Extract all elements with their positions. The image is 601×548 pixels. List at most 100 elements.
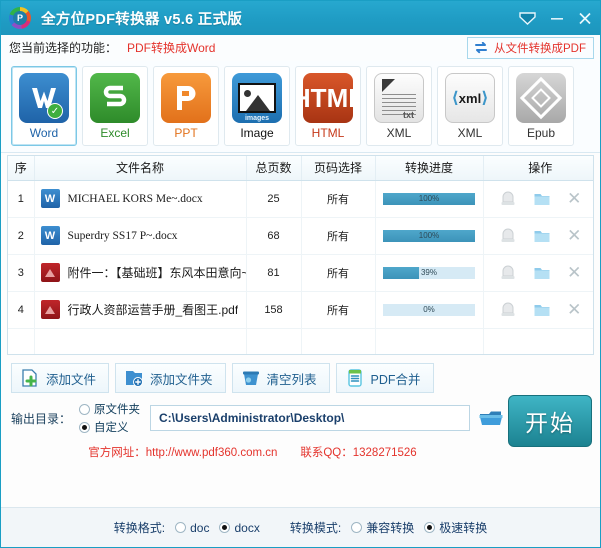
excel-icon <box>90 73 140 123</box>
add-folder-icon <box>124 368 144 388</box>
cell-progress: 39% <box>375 254 483 291</box>
column-header-actions[interactable]: 操作 <box>483 156 594 180</box>
preview-icon[interactable] <box>499 191 517 207</box>
progress-label: 100% <box>383 193 475 205</box>
radio-source-folder[interactable]: 原文件夹 <box>79 401 140 417</box>
open-folder-icon[interactable] <box>533 228 551 244</box>
format-tile-image[interactable]: images Image <box>224 66 290 146</box>
preview-icon[interactable] <box>499 302 517 318</box>
output-path-input[interactable]: C:\Users\Administrator\Desktop\ <box>150 405 470 431</box>
progress-label: 100% <box>383 230 475 242</box>
radio-format-doc[interactable]: doc <box>175 521 209 535</box>
remove-icon[interactable]: ✕ <box>567 264 581 281</box>
add-file-button[interactable]: 添加文件 <box>11 363 109 393</box>
convert-to-pdf-button[interactable]: 从文件转换成PDF <box>467 37 594 59</box>
cell-filename: 行政人资部运营手册_看图王.pdf <box>34 291 246 328</box>
ppt-icon <box>161 73 211 123</box>
format-tile-xml[interactable]: ⟨xml⟩ XML <box>437 66 503 146</box>
trash-icon <box>241 368 261 388</box>
format-label-txt: XML <box>387 126 412 140</box>
skin-dropdown-icon[interactable] <box>519 12 536 25</box>
format-tile-ppt[interactable]: PPT <box>153 66 219 146</box>
cell-pages: 158 <box>246 291 301 328</box>
table-header-row: 序 文件名称 总页数 页码选择 转换进度 操作 <box>8 156 594 180</box>
swap-arrows-icon <box>473 42 489 54</box>
word-file-icon: W <box>41 226 60 245</box>
filename-text: Superdry SS17 P~.docx <box>68 230 178 242</box>
file-list-table: 序 文件名称 总页数 页码选择 转换进度 操作 1WMICHAEL KORS M… <box>7 155 594 355</box>
cell-page-select[interactable]: 所有 <box>301 180 375 217</box>
radio-source-folder-label: 原文件夹 <box>94 401 140 417</box>
table-row[interactable]: 1WMICHAEL KORS Me~.docx25所有100%✕ <box>8 180 594 217</box>
cell-progress: 100% <box>375 217 483 254</box>
xml-icon-caption: xml <box>459 91 481 106</box>
cell-actions: ✕ <box>483 291 594 328</box>
clear-list-button[interactable]: 清空列表 <box>232 363 330 393</box>
preview-icon[interactable] <box>499 228 517 244</box>
cell-index: 2 <box>8 217 34 254</box>
current-function-label: 您当前选择的功能： <box>9 39 117 56</box>
radio-format-docx[interactable]: docx <box>219 521 259 535</box>
cell-actions: ✕ <box>483 180 594 217</box>
minimize-icon[interactable] <box>550 12 564 25</box>
open-folder-icon[interactable] <box>533 265 551 281</box>
format-tile-epub[interactable]: Epub <box>508 66 574 146</box>
cell-pages: 81 <box>246 254 301 291</box>
official-website-label[interactable]: 官方网址：http://www.pdf360.com.cn <box>88 447 277 459</box>
app-window: 全方位PDF转换器 v5.6 正式版 您当前选择的功能： PDF转换成Word … <box>0 0 601 548</box>
folder-browse-icon[interactable] <box>478 408 504 428</box>
open-folder-icon[interactable] <box>533 302 551 318</box>
txt-icon-caption: txt <box>403 110 414 120</box>
format-tile-txt[interactable]: txt XML <box>366 66 432 146</box>
contact-qq-label: 联系QQ：1328271526 <box>300 447 416 459</box>
table-body: 1WMICHAEL KORS Me~.docx25所有100%✕2WSuperd… <box>8 180 594 355</box>
add-folder-label: 添加文件夹 <box>150 369 213 388</box>
add-file-label: 添加文件 <box>46 369 96 388</box>
column-header-filename[interactable]: 文件名称 <box>34 156 246 180</box>
radio-mode-compat[interactable]: 兼容转换 <box>351 519 414 536</box>
output-format-label: 转换格式: <box>114 519 165 536</box>
cell-progress: 0% <box>375 291 483 328</box>
txt-icon: txt <box>374 73 424 123</box>
column-header-progress[interactable]: 转换进度 <box>375 156 483 180</box>
cell-page-select[interactable]: 所有 <box>301 291 375 328</box>
remove-icon[interactable]: ✕ <box>567 301 581 318</box>
cell-index: 4 <box>8 291 34 328</box>
start-button[interactable]: 开始 <box>508 395 592 447</box>
radio-mode-fast-label: 极速转换 <box>439 519 487 536</box>
radio-custom-folder[interactable]: 自定义 <box>79 419 140 435</box>
remove-icon[interactable]: ✕ <box>567 190 581 207</box>
add-folder-button[interactable]: 添加文件夹 <box>115 363 226 393</box>
progress-bar: 100% <box>383 230 475 242</box>
radio-format-docx-dot <box>219 522 230 533</box>
table-row[interactable]: 3附件一：【基础班】东风本田意向~.pd81所有39%✕ <box>8 254 594 291</box>
radio-mode-fast-dot <box>424 522 435 533</box>
format-tile-excel[interactable]: Excel <box>82 66 148 146</box>
open-folder-icon[interactable] <box>533 191 551 207</box>
current-function-value: PDF转换成Word <box>127 39 215 56</box>
remove-icon[interactable]: ✕ <box>567 227 581 244</box>
preview-icon[interactable] <box>499 265 517 281</box>
current-function-bar: 您当前选择的功能： PDF转换成Word 从文件转换成PDF <box>1 35 600 61</box>
output-directory-label: 输出目录： <box>11 410 71 427</box>
pdf-merge-button[interactable]: PDF合并 <box>336 363 434 393</box>
progress-bar: 0% <box>383 304 475 316</box>
column-header-index[interactable]: 序 <box>8 156 34 180</box>
format-tile-word[interactable]: ✓ Word <box>11 66 77 146</box>
filename-text: 附件一：【基础班】东风本田意向~.pd <box>68 264 246 281</box>
close-icon[interactable] <box>578 12 592 25</box>
format-label-epub: Epub <box>527 126 555 140</box>
column-header-pages[interactable]: 总页数 <box>246 156 301 180</box>
format-label-image: Image <box>240 126 273 140</box>
column-header-pageselect[interactable]: 页码选择 <box>301 156 375 180</box>
table-row[interactable]: 4行政人资部运营手册_看图王.pdf158所有 0% ✕ <box>8 291 594 328</box>
convert-mode-label: 转换模式: <box>290 519 341 536</box>
progress-label: 0% <box>383 304 475 316</box>
table-row[interactable]: 2WSuperdry SS17 P~.docx68所有100%✕ <box>8 217 594 254</box>
progress-bar: 100% <box>383 193 475 205</box>
window-controls <box>519 1 592 35</box>
radio-mode-fast[interactable]: 极速转换 <box>424 519 487 536</box>
cell-page-select[interactable]: 所有 <box>301 217 375 254</box>
cell-page-select[interactable]: 所有 <box>301 254 375 291</box>
format-tile-html[interactable]: HTML HTML <box>295 66 361 146</box>
